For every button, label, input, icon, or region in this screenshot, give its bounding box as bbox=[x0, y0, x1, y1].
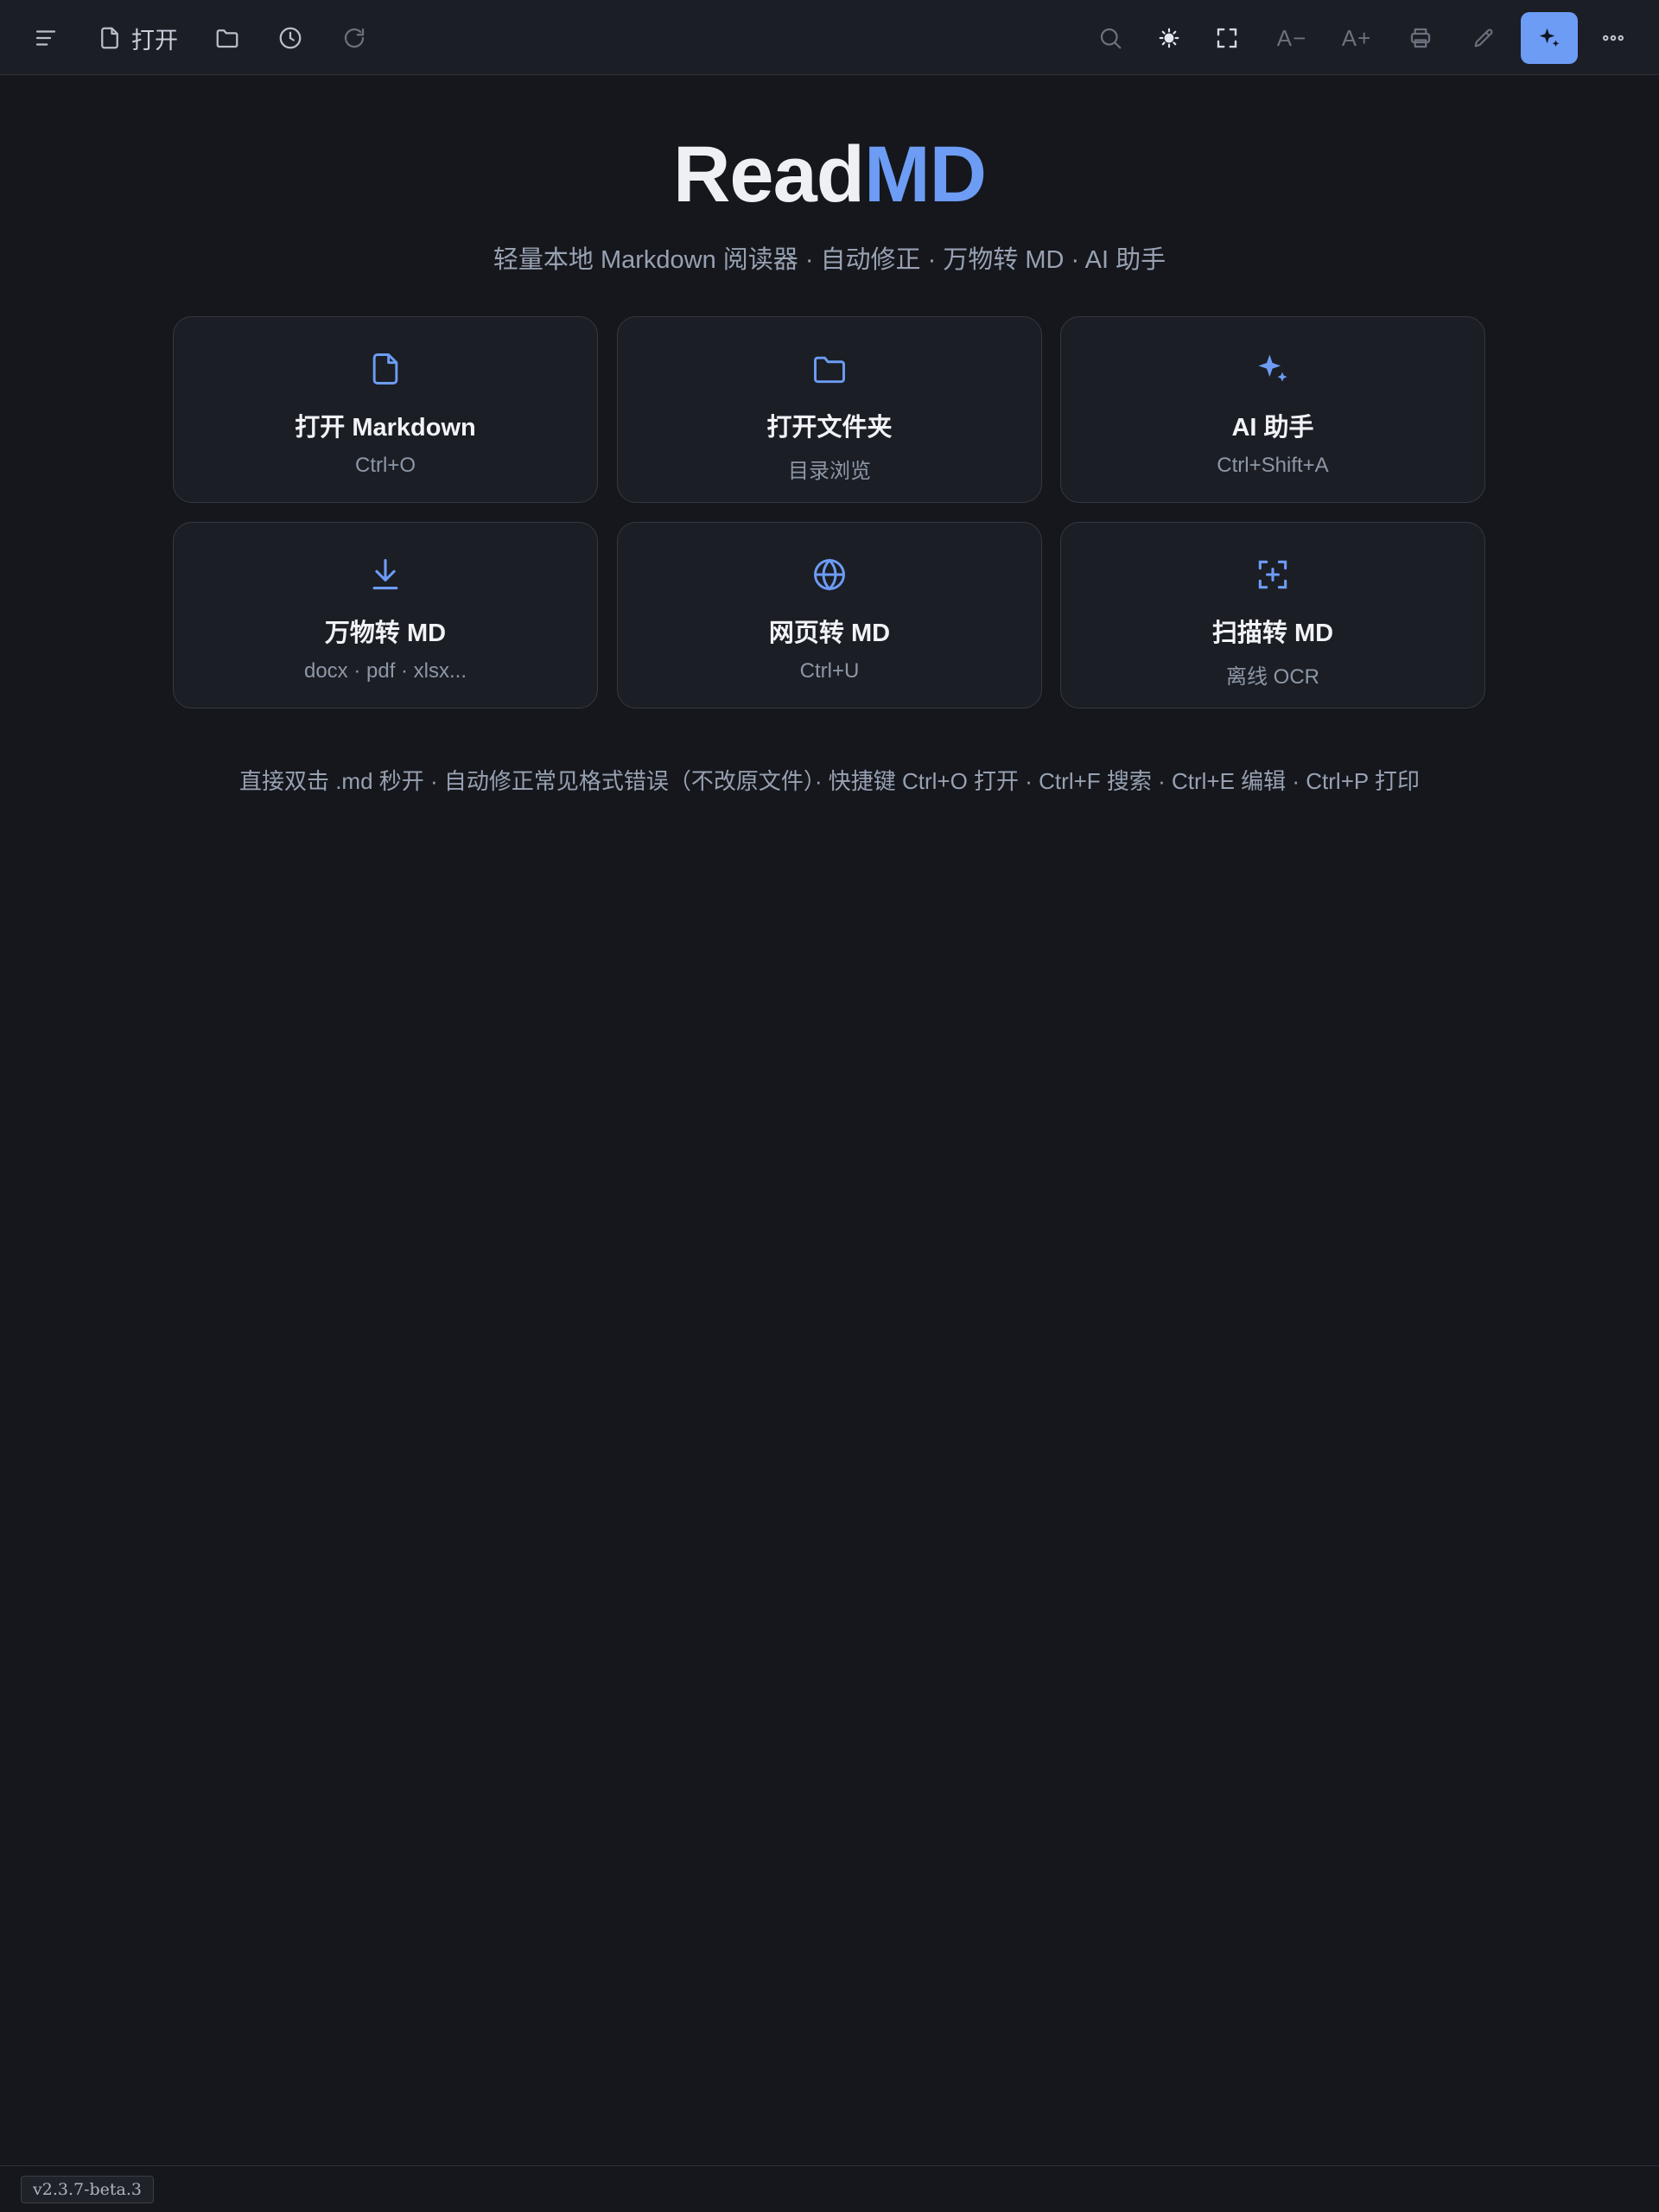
fullscreen-button[interactable] bbox=[1205, 12, 1249, 64]
menu-button[interactable] bbox=[24, 12, 67, 64]
font-increase-label: A+ bbox=[1341, 24, 1372, 51]
card-subtitle: Ctrl+Shift+A bbox=[1217, 454, 1329, 477]
folder-icon bbox=[214, 25, 240, 51]
font-increase-button[interactable]: A+ bbox=[1332, 12, 1381, 64]
recent-files-button[interactable] bbox=[269, 12, 312, 64]
card-title: AI 助手 bbox=[1231, 414, 1314, 442]
status-bar bbox=[0, 2165, 1659, 2212]
card-webpage-to-md[interactable]: 网页转 MD Ctrl+U bbox=[617, 522, 1042, 709]
file-icon bbox=[174, 350, 597, 388]
pencil-icon bbox=[1471, 26, 1496, 50]
card-title: 万物转 MD bbox=[324, 620, 447, 647]
print-button[interactable] bbox=[1399, 12, 1442, 64]
shortcut-hint: 直接双击 .md 秒开 · 自动修正常见格式错误（不改原文件）· 快捷键 Ctr… bbox=[238, 768, 1420, 794]
card-subtitle: Ctrl+U bbox=[799, 659, 860, 683]
edit-button[interactable] bbox=[1462, 12, 1505, 64]
printer-icon bbox=[1408, 25, 1433, 51]
card-open-markdown[interactable]: 打开 Markdown Ctrl+O bbox=[173, 316, 598, 503]
more-icon bbox=[1600, 25, 1626, 51]
open-file-label: 打开 bbox=[131, 27, 178, 54]
sparkle-icon bbox=[1061, 350, 1484, 388]
card-title: 打开 Markdown bbox=[295, 414, 476, 442]
toolbar: 打开 A− A+ bbox=[0, 0, 1659, 75]
theme-toggle-button[interactable] bbox=[1147, 12, 1191, 64]
sparkle-icon bbox=[1536, 25, 1562, 51]
open-folder-button[interactable] bbox=[206, 12, 249, 64]
card-ai-assistant[interactable]: AI 助手 Ctrl+Shift+A bbox=[1060, 316, 1485, 503]
card-title: 扫描转 MD bbox=[1211, 620, 1334, 647]
file-icon bbox=[97, 25, 123, 51]
card-subtitle: docx · pdf · xlsx... bbox=[303, 659, 467, 683]
font-decrease-label: A− bbox=[1276, 24, 1307, 51]
card-open-folder[interactable]: 打开文件夹 目录浏览 bbox=[617, 316, 1042, 503]
app-title-read: Read bbox=[672, 130, 865, 219]
app-title: ReadMD bbox=[0, 130, 1659, 220]
download-icon bbox=[174, 556, 597, 594]
sun-icon bbox=[1158, 27, 1180, 49]
more-button[interactable] bbox=[1592, 12, 1635, 64]
card-subtitle: 离线 OCR bbox=[1226, 665, 1319, 689]
scan-icon bbox=[1061, 556, 1484, 594]
search-button[interactable] bbox=[1089, 12, 1132, 64]
menu-icon bbox=[33, 25, 59, 51]
open-file-button[interactable]: 打开 bbox=[92, 12, 183, 64]
card-scan-to-md[interactable]: 扫描转 MD 离线 OCR bbox=[1060, 522, 1485, 709]
fullscreen-icon bbox=[1214, 25, 1240, 51]
clock-icon bbox=[277, 25, 303, 51]
globe-icon bbox=[618, 556, 1041, 594]
card-title: 网页转 MD bbox=[768, 620, 891, 647]
card-convert-anything[interactable]: 万物转 MD docx · pdf · xlsx... bbox=[173, 522, 598, 709]
card-subtitle: Ctrl+O bbox=[354, 454, 416, 477]
reload-button[interactable] bbox=[333, 12, 376, 64]
app-subtitle: 轻量本地 Markdown 阅读器 · 自动修正 · 万物转 MD · AI 助… bbox=[493, 246, 1166, 274]
font-decrease-button[interactable]: A− bbox=[1268, 12, 1316, 64]
refresh-icon bbox=[341, 25, 367, 51]
card-title: 打开文件夹 bbox=[766, 414, 893, 442]
app-title-md: MD bbox=[863, 130, 987, 219]
folder-icon bbox=[618, 350, 1041, 388]
search-icon bbox=[1097, 25, 1123, 51]
ai-assistant-button[interactable] bbox=[1521, 12, 1578, 64]
version-badge: v2.3.7-beta.3 bbox=[21, 2176, 154, 2203]
card-subtitle: 目录浏览 bbox=[788, 460, 871, 483]
